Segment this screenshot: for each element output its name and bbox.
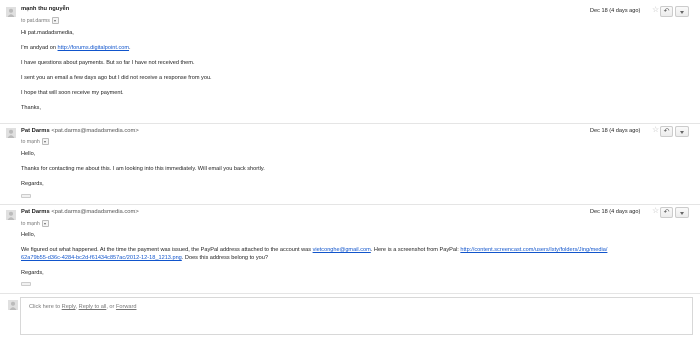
recipient-line: to mạnh [21,138,49,145]
reply-button[interactable]: ↶ [660,207,673,218]
message-divider [0,293,700,294]
more-options-button[interactable] [675,207,689,218]
body-line: Thanks for contacting me about this. I a… [21,166,265,172]
details-toggle[interactable] [41,220,49,227]
screenshot-link-cont[interactable]: 62a79b55-d36c-4284-bc2d-f61434c857ac/201… [21,255,182,261]
reply-button[interactable]: ↶ [660,126,673,137]
screenshot-link[interactable]: http://content.screencast.com/users/Isty… [460,247,607,253]
star-icon[interactable]: ☆ [652,126,659,134]
body-line: Hello, [21,232,36,238]
body-line: Regards, [21,270,44,276]
recipient-line: to mạnh [21,220,49,227]
message-date: Dec 18 (4 days ago) [590,128,641,134]
email-link[interactable]: vietconghe@gmail.com [313,247,371,253]
reply-arrow-icon: ↶ [663,128,670,135]
sender-email: <pat.darms@madadsmedia.com> [51,128,139,134]
body-line: Regards, [21,181,44,187]
reply-button[interactable]: ↶ [660,6,673,17]
star-icon[interactable]: ☆ [652,6,659,14]
show-trimmed-content-button[interactable] [21,282,31,286]
forum-link[interactable]: http://forums.digitalpoint.com [58,45,130,51]
body-line: 62a79b55-d36c-4284-bc2d-f61434c857ac/201… [21,255,268,261]
avatar [6,7,16,17]
message-divider [0,204,700,205]
avatar [6,128,16,138]
reply-arrow-icon: ↶ [663,8,670,15]
sender-email: <pat.darms@madadsmedia.com> [51,209,139,215]
sender-name[interactable]: Pat Darms <pat.darms@madadsmedia.com> [21,128,139,134]
reply-link[interactable]: Reply [62,304,76,310]
message-date: Dec 18 (4 days ago) [590,209,641,215]
sender-name[interactable]: mạnh thu nguyễn [21,6,69,12]
sender-name[interactable]: Pat Darms <pat.darms@madadsmedia.com> [21,209,139,215]
body-line: I have questions about payments. But so … [21,60,195,66]
body-line: Hi pat.madadsmedia, [21,30,74,36]
star-icon[interactable]: ☆ [652,207,659,215]
message-divider [0,123,700,124]
message-date: Dec 18 (4 days ago) [590,8,641,14]
recipient-line: to pat.darms [21,17,59,24]
body-line: I'm andyad on http://forums.digitalpoint… [21,45,131,51]
more-options-button[interactable] [675,6,689,17]
reply-all-link[interactable]: Reply to all [79,304,107,310]
avatar [6,210,16,220]
forward-link[interactable]: Forward [116,304,137,310]
body-line: Hello, [21,151,36,157]
body-line: We figured out what happened. At the tim… [21,247,608,253]
reply-box[interactable] [20,297,693,335]
details-toggle[interactable] [51,17,59,24]
more-options-button[interactable] [675,126,689,137]
body-line: Thanks, [21,105,41,111]
body-line: I hope that will soon receive my payment… [21,90,124,96]
avatar [8,300,18,310]
body-line: I sent you an email a few days ago but I… [21,75,212,81]
show-trimmed-content-button[interactable] [21,194,31,198]
details-toggle[interactable] [41,138,49,145]
reply-arrow-icon: ↶ [663,209,670,216]
reply-prompt: Click here to Reply, Reply to all, or Fo… [29,304,137,310]
